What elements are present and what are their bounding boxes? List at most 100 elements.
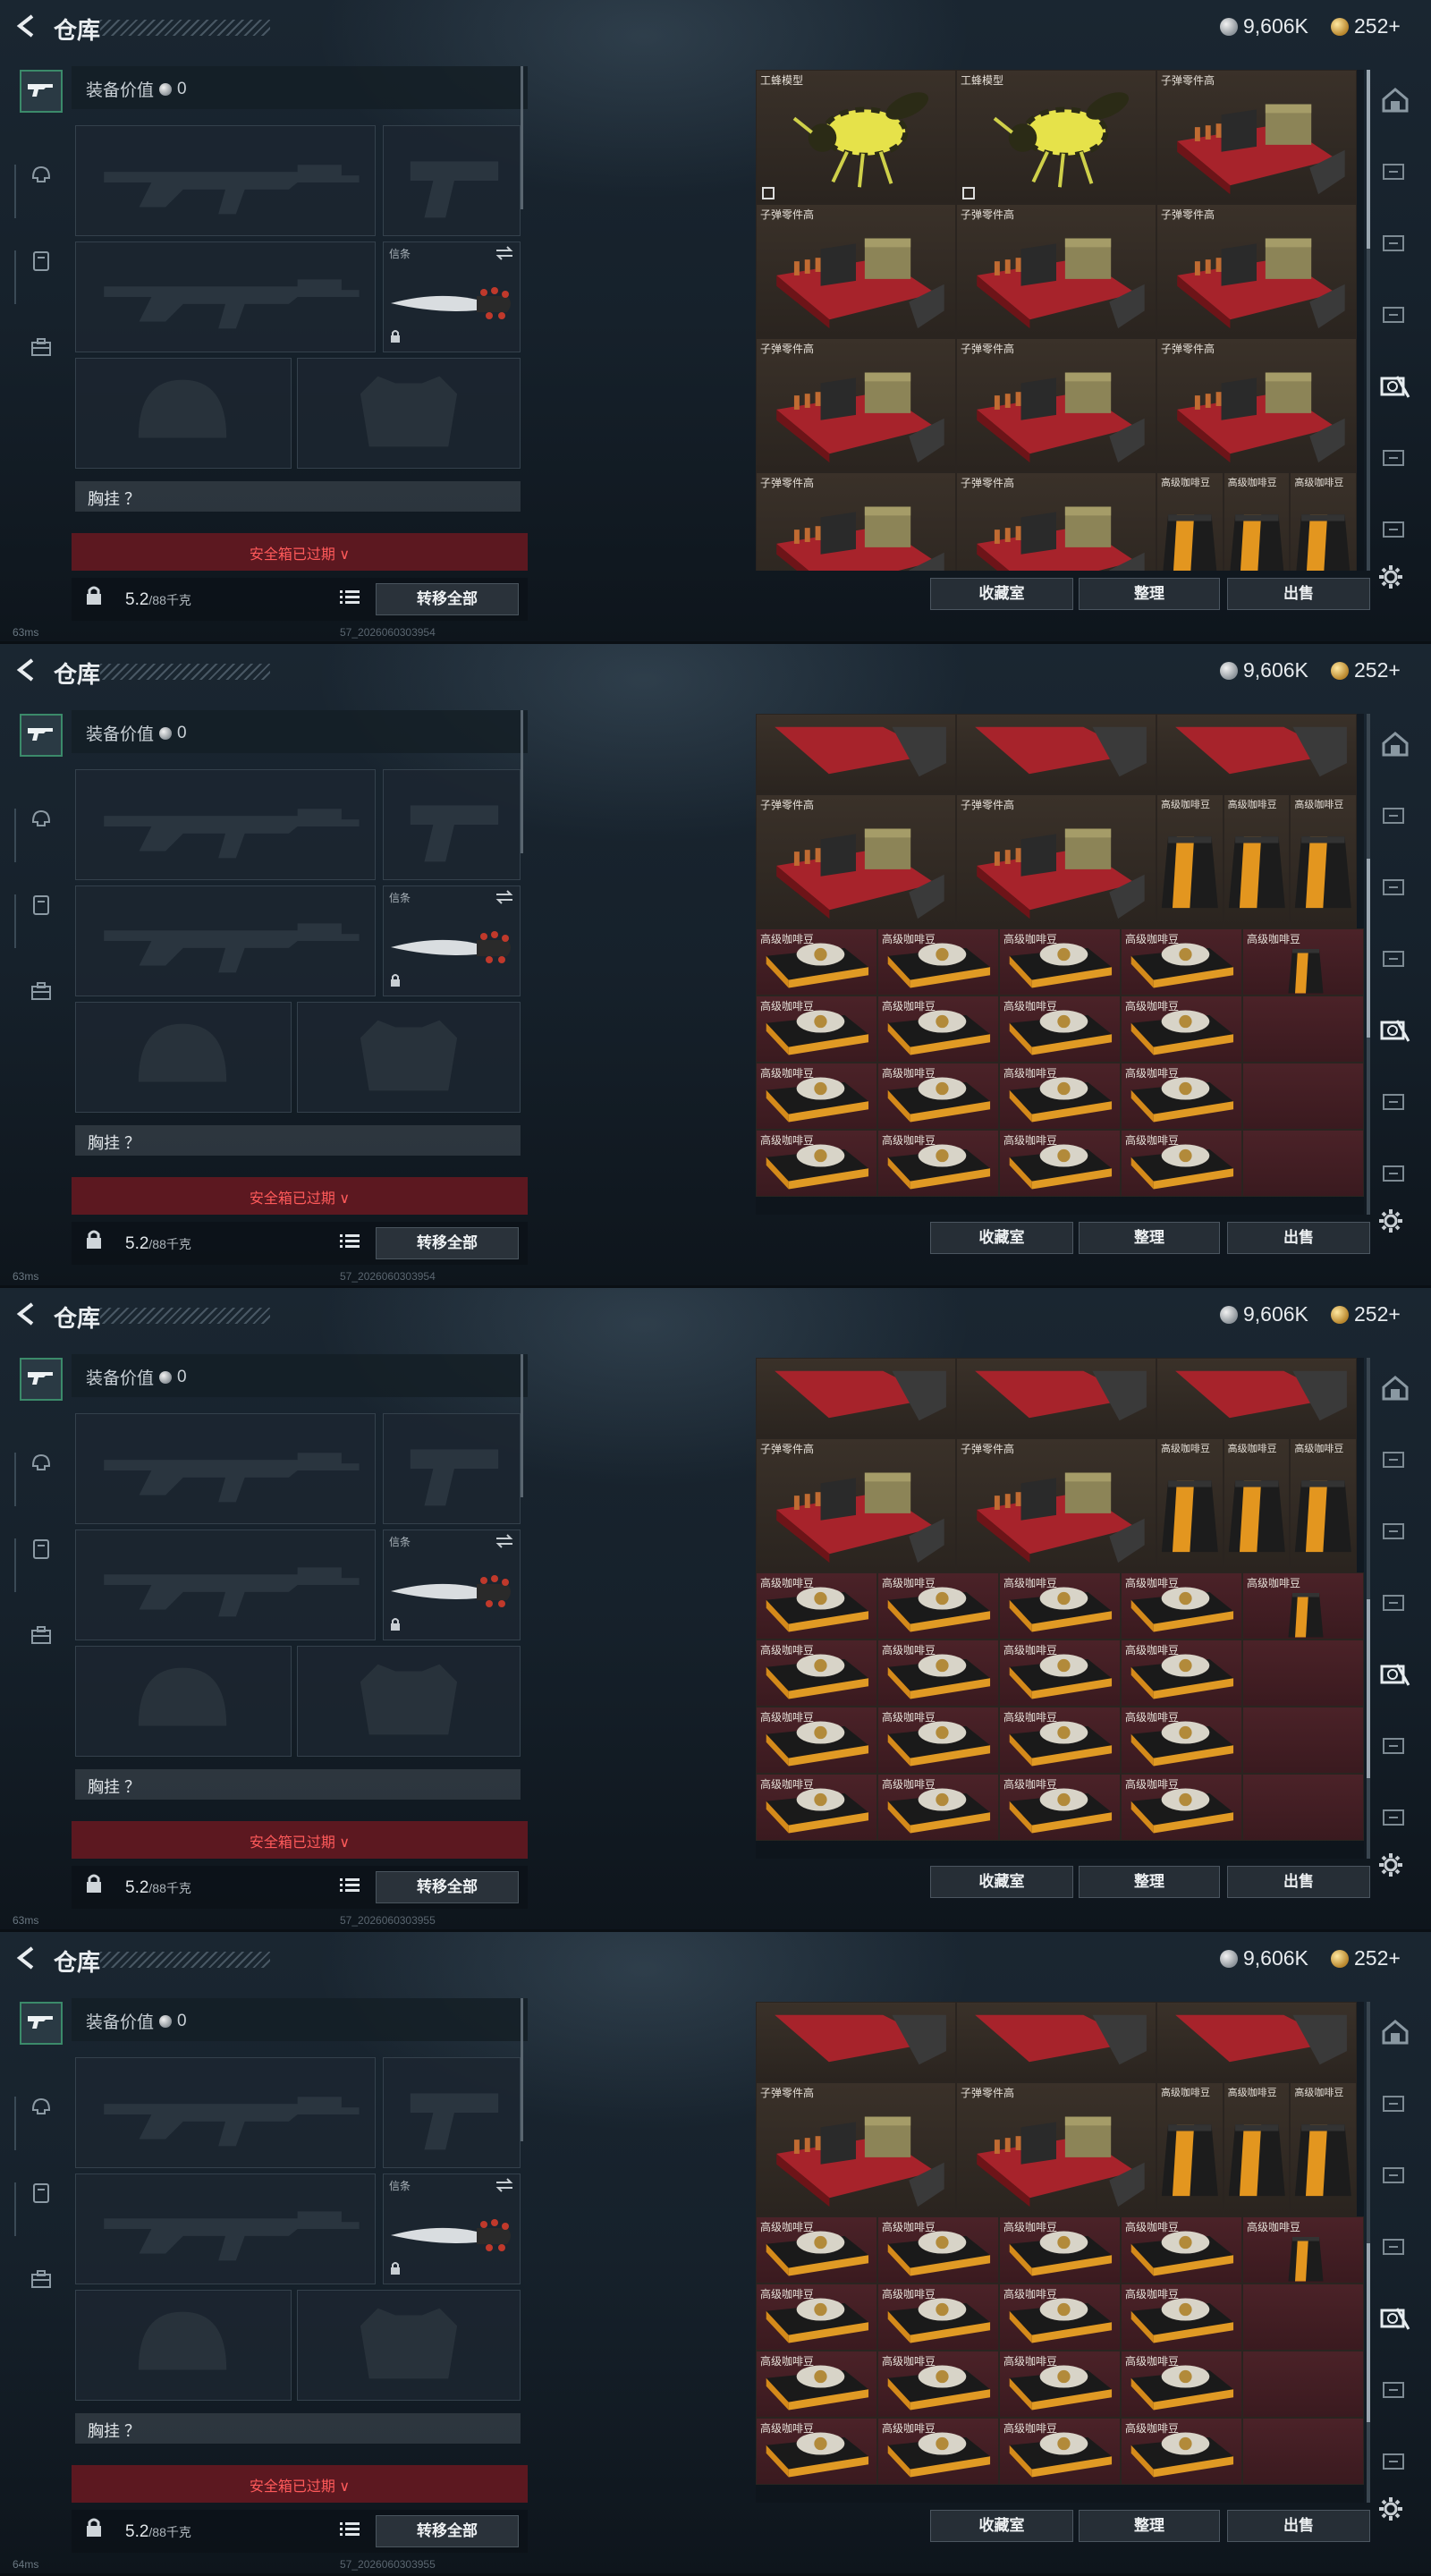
- ammo-parts-item[interactable]: 子弹零件高: [756, 1438, 956, 1572]
- sell-button[interactable]: 出售: [1227, 1222, 1370, 1254]
- rail-slot-button[interactable]: [1368, 1726, 1422, 1769]
- settings-button[interactable]: [1377, 1208, 1404, 1239]
- coffee-bag-item[interactable]: 高级咖啡豆: [1290, 2082, 1357, 2216]
- ammo-parts-item[interactable]: [956, 714, 1156, 794]
- chest-rig-bar[interactable]: [75, 1125, 521, 1156]
- rail-slot-button[interactable]: [1368, 796, 1422, 839]
- ammo-parts-item[interactable]: 子弹零件高: [956, 2082, 1156, 2216]
- rail-slot-button[interactable]: [1368, 510, 1422, 553]
- rail-tab-bag[interactable]: [20, 327, 63, 370]
- armor-slot[interactable]: [297, 1646, 521, 1757]
- gold-balance[interactable]: 252+: [1331, 1946, 1401, 1970]
- sell-button[interactable]: 出售: [1227, 2510, 1370, 2542]
- rail-slot-button[interactable]: [1368, 1583, 1422, 1626]
- ammo-parts-item[interactable]: 子弹零件高: [1156, 338, 1357, 472]
- coffee-bag-item[interactable]: 高级咖啡豆: [1290, 472, 1357, 571]
- helmet-slot[interactable]: [75, 2290, 292, 2401]
- equipment-scrollbar[interactable]: [521, 66, 523, 209]
- rail-tab-bag[interactable]: [20, 2259, 63, 2302]
- transfer-all-button[interactable]: 转移全部: [376, 1227, 519, 1259]
- transfer-all-button[interactable]: 转移全部: [376, 2515, 519, 2547]
- rail-tab-bag[interactable]: [20, 1615, 63, 1658]
- back-button[interactable]: [13, 657, 39, 687]
- coffee-beans-item[interactable]: 高级咖啡豆: [756, 1707, 877, 1774]
- ammo-parts-item[interactable]: [1156, 714, 1357, 794]
- coffee-beans-item[interactable]: 高级咖啡豆: [756, 1063, 877, 1130]
- list-icon[interactable]: [340, 2521, 360, 2541]
- silver-balance[interactable]: 9,606K: [1220, 658, 1308, 682]
- silver-balance[interactable]: 9,606K: [1220, 1302, 1308, 1326]
- coffee-beans-item[interactable]: 高级咖啡豆: [1121, 2216, 1242, 2284]
- coffee-bag-item[interactable]: 高级咖啡豆: [1242, 1572, 1364, 1640]
- coffee-bag-item[interactable]: 高级咖啡豆: [1223, 472, 1291, 571]
- ammo-parts-item[interactable]: 子弹零件高: [756, 338, 956, 472]
- gold-balance[interactable]: 252+: [1331, 14, 1401, 38]
- rail-tab-bag[interactable]: [20, 971, 63, 1014]
- primary-weapon-slot[interactable]: [75, 125, 376, 236]
- list-icon[interactable]: [340, 1877, 360, 1897]
- transfer-all-button[interactable]: 转移全部: [376, 1871, 519, 1903]
- swap-icon[interactable]: [495, 1534, 514, 1553]
- coffee-beans-item[interactable]: 高级咖啡豆: [999, 2284, 1121, 2351]
- ammo-parts-item[interactable]: 子弹零件高: [756, 794, 956, 928]
- rail-home-button[interactable]: [1368, 1368, 1422, 1411]
- rail-tab-helmet[interactable]: [20, 800, 63, 843]
- coffee-bag-item[interactable]: 高级咖啡豆: [1223, 794, 1291, 928]
- ammo-parts-item[interactable]: 子弹零件高: [956, 472, 1156, 571]
- coffee-bag-item[interactable]: [1242, 1063, 1364, 1130]
- pistol-slot[interactable]: [383, 125, 521, 236]
- rail-tab-helmet[interactable]: [20, 2088, 63, 2131]
- organize-button[interactable]: 整理: [1079, 1222, 1220, 1254]
- rail-tab-weapons[interactable]: [20, 2002, 63, 2045]
- coffee-bag-item[interactable]: [1242, 1130, 1364, 1197]
- pistol-slot[interactable]: [383, 1413, 521, 1524]
- rail-tab-helmet[interactable]: [20, 1444, 63, 1487]
- coffee-beans-item[interactable]: 高级咖啡豆: [756, 928, 877, 996]
- rail-slot-button[interactable]: [1368, 224, 1422, 267]
- coffee-beans-item[interactable]: 高级咖啡豆: [756, 2284, 877, 2351]
- coffee-beans-item[interactable]: 高级咖啡豆: [877, 1063, 999, 1130]
- silver-balance[interactable]: 9,606K: [1220, 14, 1308, 38]
- secondary-weapon-slot[interactable]: [75, 1530, 376, 1640]
- equipment-scrollbar[interactable]: [521, 1998, 523, 2141]
- ammo-parts-item[interactable]: [1156, 2002, 1357, 2082]
- pistol-slot[interactable]: [383, 769, 521, 880]
- helmet-slot[interactable]: [75, 1646, 292, 1757]
- coffee-bag-item[interactable]: [1242, 1774, 1364, 1841]
- coffee-beans-item[interactable]: 高级咖啡豆: [1121, 1063, 1242, 1130]
- ammo-parts-item[interactable]: 子弹零件高: [756, 2082, 956, 2216]
- rail-active-button[interactable]: [1368, 367, 1422, 410]
- coffee-bag-item[interactable]: 高级咖啡豆: [1156, 1438, 1224, 1572]
- coffee-beans-item[interactable]: 高级咖啡豆: [756, 2216, 877, 2284]
- coffee-beans-item[interactable]: 高级咖啡豆: [1121, 1640, 1242, 1707]
- coffee-beans-item[interactable]: 高级咖啡豆: [999, 1572, 1121, 1640]
- coffee-beans-item[interactable]: 高级咖啡豆: [999, 2351, 1121, 2418]
- rail-tab-vest[interactable]: [20, 886, 63, 928]
- rail-slot-button[interactable]: [1368, 295, 1422, 338]
- ammo-parts-item[interactable]: [956, 2002, 1156, 2082]
- rail-slot-button[interactable]: [1368, 939, 1422, 982]
- coffee-beans-item[interactable]: 高级咖啡豆: [877, 1640, 999, 1707]
- swap-icon[interactable]: [495, 2178, 514, 2197]
- rail-tab-helmet[interactable]: [20, 156, 63, 199]
- coffee-beans-item[interactable]: 高级咖啡豆: [877, 2284, 999, 2351]
- pistol-slot[interactable]: [383, 2057, 521, 2168]
- bee-model-item[interactable]: 工蜂模型: [756, 70, 956, 204]
- coffee-beans-item[interactable]: 高级咖啡豆: [877, 928, 999, 996]
- coffee-beans-item[interactable]: 高级咖啡豆: [1121, 1572, 1242, 1640]
- coffee-beans-item[interactable]: 高级咖啡豆: [999, 1640, 1121, 1707]
- armor-slot[interactable]: [297, 2290, 521, 2401]
- equipment-scrollbar[interactable]: [521, 1354, 523, 1497]
- coffee-bag-item[interactable]: [1242, 2418, 1364, 2485]
- rail-slot-button[interactable]: [1368, 152, 1422, 195]
- secondary-weapon-slot[interactable]: [75, 886, 376, 996]
- ammo-parts-item[interactable]: 子弹零件高: [956, 794, 1156, 928]
- coffee-bag-item[interactable]: [1242, 996, 1364, 1063]
- ammo-parts-item[interactable]: 子弹零件高: [956, 1438, 1156, 1572]
- settings-button[interactable]: [1377, 2496, 1404, 2527]
- rail-slot-button[interactable]: [1368, 2227, 1422, 2270]
- coffee-beans-item[interactable]: 高级咖啡豆: [877, 1130, 999, 1197]
- primary-weapon-slot[interactable]: [75, 2057, 376, 2168]
- ammo-parts-item[interactable]: [756, 714, 956, 794]
- rail-slot-button[interactable]: [1368, 868, 1422, 911]
